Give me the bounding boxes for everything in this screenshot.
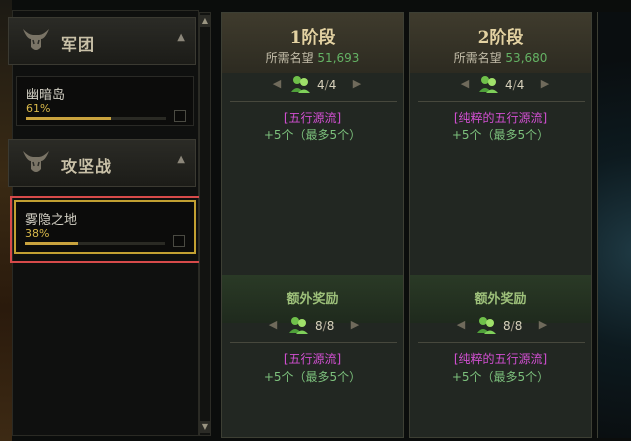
stage-title: 1阶段 xyxy=(289,28,336,48)
stage-title: 2阶段 xyxy=(477,28,524,48)
reward-selector: ◀ 4/4 ▶ xyxy=(222,74,403,96)
count-current: 8 xyxy=(503,319,511,333)
count-current: 4 xyxy=(317,78,325,92)
zone-percent: 61% xyxy=(26,102,51,115)
prev-arrow-icon[interactable]: ◀ xyxy=(454,318,468,332)
prev-arrow-icon[interactable]: ◀ xyxy=(270,77,284,91)
bonus-count: 8/8 xyxy=(503,319,523,333)
next-arrow-icon[interactable]: ▶ xyxy=(538,77,552,91)
stage-requirement: 所需名望 53,680 xyxy=(410,49,591,66)
count-current: 8 xyxy=(315,319,323,333)
next-arrow-icon[interactable]: ▶ xyxy=(348,318,362,332)
category-header-legion[interactable]: 军团 ▲ xyxy=(8,17,196,65)
horned-helmet-icon xyxy=(23,151,49,172)
zone-item-dark-island[interactable]: 幽暗岛 61% xyxy=(16,76,194,126)
stage-panel-2: 2阶段 所需名望 53,680 ◀ 4/4 ▶ [纯粹的五行源流] +5个（最多… xyxy=(409,12,592,438)
scroll-up-icon[interactable]: ▲ xyxy=(200,15,210,27)
zone-checkbox[interactable] xyxy=(174,110,186,122)
requirement-label: 所需名望 xyxy=(265,51,314,65)
reward-amount: +5个（最多5个） xyxy=(451,128,550,142)
reward-figures-icon xyxy=(289,317,308,334)
count-total: 8 xyxy=(326,319,335,333)
next-arrow-icon[interactable]: ▶ xyxy=(536,318,550,332)
zone-name: 幽暗岛 xyxy=(26,88,66,103)
reward-figures-icon xyxy=(479,76,498,93)
bonus-title: 额外奖励 xyxy=(286,292,339,307)
divider xyxy=(230,101,397,102)
bonus-amount: +5个（最多5个） xyxy=(451,370,550,384)
next-stage-panel-partial xyxy=(597,12,631,438)
category-header-siege[interactable]: 攻坚战 ▲ xyxy=(8,139,196,187)
bonus-selector: ◀ 8/8 ▶ xyxy=(222,315,403,337)
bonus-item-name[interactable]: [纯粹的五行源流] xyxy=(410,350,591,367)
divider xyxy=(418,101,585,102)
count-total: 8 xyxy=(514,319,523,333)
bonus-selector: ◀ 8/8 ▶ xyxy=(410,315,591,337)
reward-selector: ◀ 4/4 ▶ xyxy=(410,74,591,96)
category-title: 军团 xyxy=(61,35,96,54)
zone-progress-fill xyxy=(26,117,112,120)
selection-highlight xyxy=(10,196,203,263)
prev-arrow-icon[interactable]: ◀ xyxy=(266,318,280,332)
reward-item-name[interactable]: [五行源流] xyxy=(222,109,403,126)
stage-panel-1: 1阶段 所需名望 51,693 ◀ 4/4 ▶ [五行源流] +5个（最多5个）… xyxy=(221,12,404,438)
category-title: 攻坚战 xyxy=(61,157,113,176)
reward-figures-icon xyxy=(291,76,310,93)
next-arrow-icon[interactable]: ▶ xyxy=(350,77,364,91)
sidebar-scrollbar[interactable]: ▲ ▼ xyxy=(199,12,211,436)
stage-requirement: 所需名望 51,693 xyxy=(222,49,403,66)
divider xyxy=(230,342,397,343)
stage-header: 2阶段 所需名望 53,680 xyxy=(410,13,591,73)
reward-amount: +5个（最多5个） xyxy=(263,128,362,142)
bonus-amount: +5个（最多5个） xyxy=(263,370,362,384)
bonus-count: 8/8 xyxy=(315,319,335,333)
reward-item-name[interactable]: [纯粹的五行源流] xyxy=(410,109,591,126)
count-current: 4 xyxy=(505,78,513,92)
zone-progress-bar xyxy=(26,117,166,120)
reward-count: 4/4 xyxy=(505,78,525,92)
collapse-caret-icon[interactable]: ▲ xyxy=(177,32,185,43)
reward-figures-icon xyxy=(477,317,496,334)
requirement-value: 53,680 xyxy=(505,51,548,65)
scroll-down-icon[interactable]: ▼ xyxy=(200,421,210,433)
bonus-item-name[interactable]: [五行源流] xyxy=(222,350,403,367)
requirement-value: 51,693 xyxy=(317,51,360,65)
count-total: 4 xyxy=(516,78,525,92)
collapse-caret-icon[interactable]: ▲ xyxy=(177,154,185,165)
horned-helmet-icon xyxy=(23,29,49,50)
count-total: 4 xyxy=(328,78,337,92)
bonus-title: 额外奖励 xyxy=(474,292,527,307)
reward-count: 4/4 xyxy=(317,78,337,92)
requirement-label: 所需名望 xyxy=(453,51,502,65)
divider xyxy=(418,342,585,343)
stage-header: 1阶段 所需名望 51,693 xyxy=(222,13,403,73)
prev-arrow-icon[interactable]: ◀ xyxy=(458,77,472,91)
